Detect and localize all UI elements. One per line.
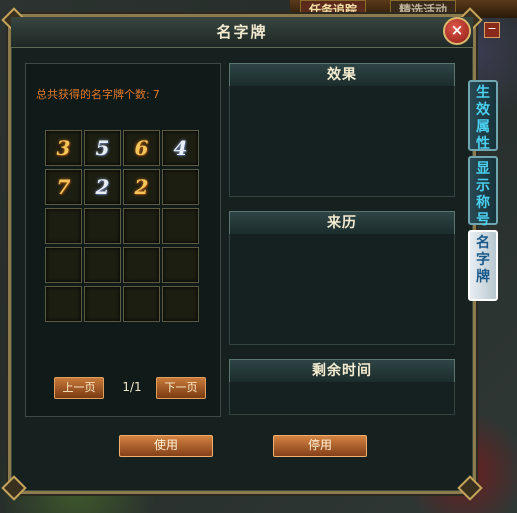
- empty-slot[interactable]: [45, 247, 82, 283]
- empty-slot[interactable]: [45, 208, 82, 244]
- empty-slot[interactable]: [123, 208, 160, 244]
- window-title: 名字牌: [11, 17, 473, 48]
- tab-name-plate[interactable]: 名 字 牌: [468, 230, 498, 301]
- close-button[interactable]: ×: [443, 17, 471, 45]
- effect-section-title: 效果: [229, 63, 455, 87]
- origin-section-body: [229, 234, 455, 345]
- empty-slot[interactable]: [123, 247, 160, 283]
- remaining-time-section-title: 剩余时间: [229, 359, 455, 383]
- name-plate-window: 名字牌 × 总共获得的名字牌个数: 7 3564722 上一页 1/1 下一页 效…: [1, 7, 483, 501]
- name-plate-icon: 5: [95, 136, 110, 160]
- name-plate-icon: 2: [95, 175, 110, 199]
- prev-page-button[interactable]: 上一页: [54, 377, 104, 399]
- empty-slot[interactable]: [84, 208, 121, 244]
- empty-slot[interactable]: [123, 286, 160, 322]
- tab-active-attributes[interactable]: 生 效 属 性: [468, 80, 498, 152]
- total-count-label: 总共获得的名字牌个数:: [36, 88, 150, 101]
- detail-panel: 效果 来历 剩余时间: [229, 63, 455, 415]
- name-plate-icon: 2: [134, 175, 149, 199]
- minimize-icon[interactable]: −: [484, 22, 500, 38]
- name-plate-slot[interactable]: 2: [84, 169, 121, 205]
- next-page-button[interactable]: 下一页: [156, 377, 206, 399]
- remaining-time-section-body: [229, 382, 455, 415]
- name-plate-grid: 3564722: [45, 130, 205, 322]
- use-button[interactable]: 使用: [119, 435, 213, 457]
- name-plate-slot[interactable]: 2: [123, 169, 160, 205]
- name-plate-slot[interactable]: 6: [123, 130, 160, 166]
- empty-slot[interactable]: [45, 286, 82, 322]
- empty-slot[interactable]: [162, 247, 199, 283]
- name-plate-icon: 7: [56, 175, 71, 199]
- tab-display-title[interactable]: 显 示 称 号: [468, 156, 498, 228]
- effect-section-body: [229, 86, 455, 197]
- name-plate-slot[interactable]: 4: [162, 130, 199, 166]
- name-plate-slot[interactable]: 7: [45, 169, 82, 205]
- name-plate-slot[interactable]: 5: [84, 130, 121, 166]
- stop-using-button[interactable]: 停用: [273, 435, 367, 457]
- empty-slot[interactable]: [162, 286, 199, 322]
- pager: 上一页 1/1 下一页: [54, 377, 214, 399]
- name-plate-icon: 4: [173, 136, 188, 160]
- page-indicator: 1/1: [122, 380, 142, 394]
- origin-section-title: 来历: [229, 211, 455, 235]
- empty-slot[interactable]: [84, 286, 121, 322]
- name-plate-list-panel: 总共获得的名字牌个数: 7 3564722 上一页 1/1 下一页: [25, 63, 221, 417]
- empty-slot[interactable]: [162, 169, 199, 205]
- name-plate-icon: 6: [134, 136, 149, 160]
- total-count-value: 7: [152, 88, 160, 101]
- name-plate-slot[interactable]: 3: [45, 130, 82, 166]
- name-plate-icon: 3: [56, 136, 71, 160]
- total-count-text: 总共获得的名字牌个数: 7: [36, 86, 160, 102]
- empty-slot[interactable]: [84, 247, 121, 283]
- empty-slot[interactable]: [162, 208, 199, 244]
